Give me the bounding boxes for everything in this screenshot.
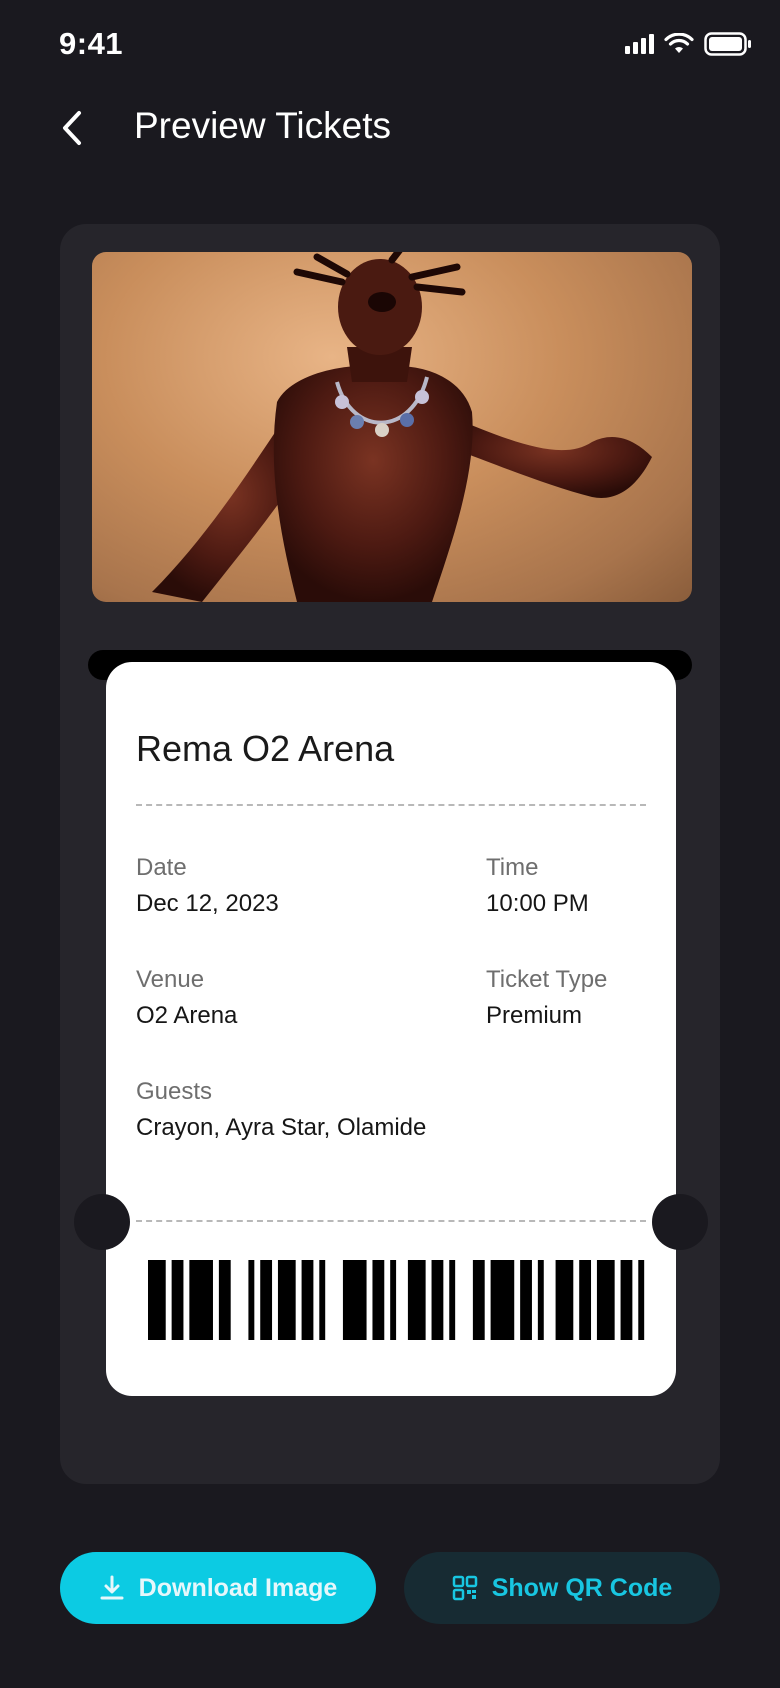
barcode-bar — [171, 1260, 184, 1340]
barcode-bar — [342, 1260, 367, 1340]
barcode-bar — [372, 1260, 385, 1340]
barcode-bar — [472, 1260, 485, 1340]
barcode-bar — [189, 1260, 213, 1340]
show-qr-code-label: Show QR Code — [491, 1573, 673, 1602]
artist-figure — [152, 252, 652, 602]
barcode-bar — [407, 1260, 426, 1340]
barcode-bar — [449, 1260, 456, 1340]
barcode — [148, 1260, 645, 1340]
battery-icon — [704, 32, 751, 56]
guests-label: Guests — [136, 1078, 213, 1105]
barcode-bar — [579, 1260, 592, 1340]
barcode-bar — [390, 1260, 397, 1340]
time-label: Time — [486, 854, 539, 881]
date-label: Date — [136, 854, 187, 881]
barcode-bar — [148, 1260, 166, 1340]
barcode-bar — [537, 1260, 544, 1340]
ticket-notch-left — [74, 1194, 130, 1250]
download-image-button[interactable]: Download Image — [60, 1552, 376, 1624]
status-icons — [625, 32, 752, 56]
barcode-bar — [319, 1260, 326, 1340]
guests-value: Crayon, Ayra Star, Olamide — [136, 1114, 427, 1141]
barcode-bar — [248, 1260, 255, 1340]
barcode-bar — [555, 1260, 574, 1340]
barcode-bar — [431, 1260, 444, 1340]
barcode-bar — [260, 1260, 273, 1340]
barcode-bar — [620, 1260, 633, 1340]
chevron-left-icon — [63, 111, 81, 145]
ticket-type-label: Ticket Type — [486, 966, 608, 993]
download-icon — [100, 1575, 124, 1600]
venue-label: Venue — [136, 966, 205, 993]
cellular-signal-icon — [625, 34, 654, 54]
time-value: 10:00 PM — [486, 890, 589, 917]
barcode-bar — [520, 1260, 532, 1340]
date-value: Dec 12, 2023 — [136, 890, 279, 917]
barcode-bar — [218, 1260, 231, 1340]
tear-line — [136, 1220, 646, 1222]
status-time: 9:41 — [59, 26, 124, 61]
wifi-icon — [664, 33, 694, 53]
qr-code-icon — [452, 1575, 477, 1601]
barcode-bar — [638, 1260, 645, 1340]
barcode-bar — [301, 1260, 314, 1340]
page-title: Preview Tickets — [134, 105, 392, 146]
back-button[interactable] — [52, 108, 92, 148]
ticket-type-value: Premium — [486, 1002, 583, 1029]
barcode-bar — [277, 1260, 296, 1340]
event-image — [92, 252, 692, 602]
ticket: Rema O2 Arena Date Dec 12, 2023 Time 10:… — [74, 662, 708, 1396]
venue-value: O2 Arena — [136, 1002, 238, 1029]
barcode-bar — [490, 1260, 515, 1340]
ticket-divider — [136, 804, 646, 806]
ticket-notch-right — [652, 1194, 708, 1250]
event-name: Rema O2 Arena — [136, 728, 395, 769]
show-qr-code-button[interactable]: Show QR Code — [404, 1552, 720, 1624]
barcode-bar — [596, 1260, 615, 1340]
download-image-label: Download Image — [138, 1573, 338, 1602]
